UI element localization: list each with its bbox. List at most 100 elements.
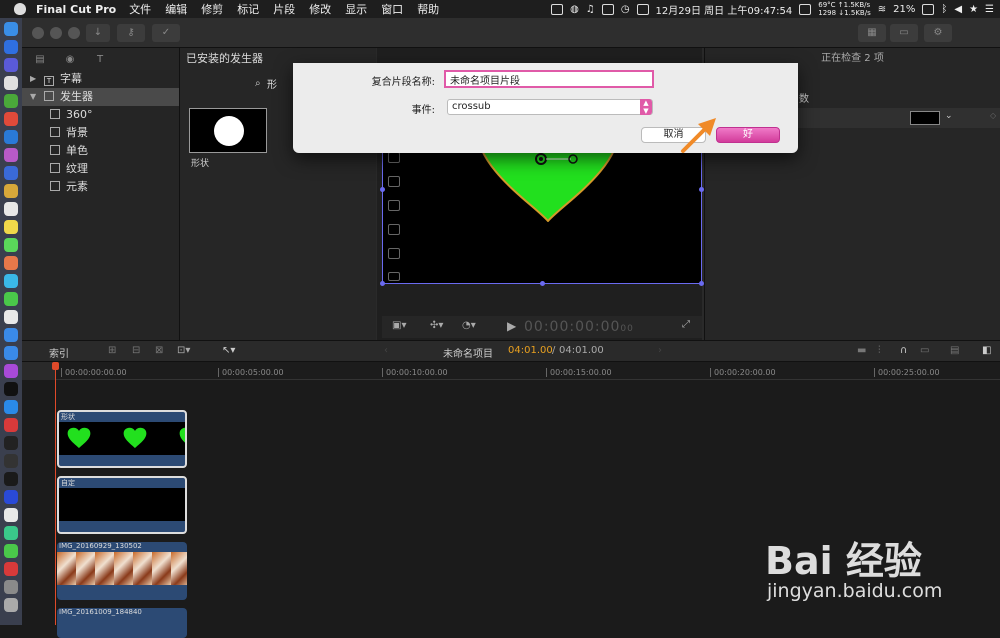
sidebar-item-solids[interactable]: 单色	[22, 142, 179, 160]
safari-icon[interactable]	[4, 40, 18, 54]
forward-icon[interactable]: ›	[658, 345, 662, 356]
append-clip-icon[interactable]: ⊠	[155, 345, 163, 356]
calendar-icon[interactable]	[4, 202, 18, 216]
android-icon[interactable]	[4, 94, 18, 108]
menu-edit[interactable]: 编辑	[165, 1, 187, 17]
shapes-generator-thumbnail[interactable]	[189, 108, 267, 153]
app-icon[interactable]	[4, 166, 18, 180]
wechat-icon[interactable]	[4, 292, 18, 306]
media-browser-icon[interactable]: ▤	[32, 51, 48, 69]
timeline-ruler[interactable]: 00:00:00:00.00 00:00:05:00.00 00:00:10:0…	[55, 362, 1000, 380]
finder-icon[interactable]	[4, 22, 18, 36]
menu-app-name[interactable]: Final Cut Pro	[36, 3, 116, 16]
app-icon[interactable]	[4, 526, 18, 540]
wifi-icon[interactable]: ≋	[878, 4, 886, 15]
terminal-icon[interactable]	[4, 436, 18, 450]
sidebar-item-background[interactable]: 背景	[22, 124, 179, 142]
console-icon[interactable]	[4, 472, 18, 486]
battery-percent[interactable]: 21%	[893, 4, 915, 15]
menu-mark[interactable]: 标记	[237, 1, 259, 17]
contacts-icon[interactable]	[4, 76, 18, 90]
search-icon[interactable]: ⌕	[255, 78, 261, 89]
star-icon[interactable]: ★	[969, 4, 978, 15]
timeline-clip[interactable]: 形状	[57, 410, 187, 468]
search-text[interactable]: 形	[267, 76, 277, 91]
index-button[interactable]: 索引	[49, 345, 69, 360]
import-button[interactable]: ↓	[86, 24, 110, 42]
sidebar-item-360[interactable]: 360°	[22, 106, 179, 124]
photos-audio-icon[interactable]: ◉	[62, 51, 78, 69]
chevron-down-icon[interactable]: ⌄	[945, 111, 953, 121]
app-store-icon[interactable]	[4, 400, 18, 414]
clock-icon[interactable]: ◷	[621, 4, 630, 15]
timeline-clip[interactable]: IMG_20160929_130502	[57, 542, 187, 600]
transform-handle[interactable]	[540, 281, 545, 286]
menu-modify[interactable]: 修改	[309, 1, 331, 17]
menu-trim[interactable]: 修剪	[201, 1, 223, 17]
disclosure-icon[interactable]: ▶	[30, 70, 36, 88]
bluetooth-icon[interactable]: ᛒ	[941, 4, 947, 15]
analyze-button[interactable]: ✓	[152, 24, 180, 42]
chrome-icon[interactable]	[4, 112, 18, 126]
menu-file[interactable]: 文件	[129, 1, 151, 17]
color-well[interactable]	[910, 111, 940, 125]
monitor-icon[interactable]	[799, 3, 812, 15]
ok-button[interactable]: 好	[716, 127, 780, 143]
minimize-window-button[interactable]	[50, 27, 62, 39]
snapping-icon[interactable]: ▤	[950, 345, 959, 356]
playhead[interactable]	[52, 362, 59, 625]
transform-handle[interactable]	[380, 187, 385, 192]
menu-list-icon[interactable]: ☰	[985, 4, 994, 15]
clip-name-input[interactable]: 未命名项目片段	[444, 70, 654, 88]
layout-browser-button[interactable]: ▦	[858, 24, 886, 42]
timeline-clip[interactable]: IMG_20161009_184840	[57, 608, 187, 638]
speed-icon[interactable]: ◔▾	[462, 320, 476, 331]
menu-help[interactable]: 帮助	[417, 1, 439, 17]
notes-icon[interactable]	[4, 184, 18, 198]
photos-icon[interactable]	[4, 148, 18, 162]
photo-booth-icon[interactable]	[4, 256, 18, 270]
insert-clip-icon[interactable]: ⊟	[132, 345, 140, 356]
activity-icon[interactable]	[4, 454, 18, 468]
clip-appearance-icon[interactable]: ▬	[857, 345, 866, 356]
airplay-icon[interactable]	[601, 3, 614, 15]
yandex-icon[interactable]	[4, 508, 18, 522]
status-app-icon[interactable]	[551, 3, 564, 15]
app-icon[interactable]	[4, 346, 18, 360]
back-icon[interactable]: ‹	[384, 345, 388, 356]
battery-icon[interactable]	[922, 3, 935, 15]
transform-tool-icon[interactable]: ✣▾	[430, 320, 443, 331]
date-time[interactable]: 12月29日 周日 上午09:47:54	[656, 2, 793, 17]
layout-inspector-button[interactable]: ⚙	[924, 24, 952, 42]
sidebar-item-textures[interactable]: 纹理	[22, 160, 179, 178]
keywords-button[interactable]: ⚷	[117, 24, 145, 42]
zoom-window-button[interactable]	[68, 27, 80, 39]
appstore-icon[interactable]	[4, 130, 18, 144]
timeline-clip[interactable]: 自定	[57, 476, 187, 534]
maps-icon[interactable]	[4, 238, 18, 252]
system-stats[interactable]: 69°C ↑1.5KB/s 1298 ↓1.5KB/s	[818, 1, 870, 17]
launchpad-icon[interactable]	[4, 58, 18, 72]
transform-handle[interactable]	[380, 281, 385, 286]
vpn-icon[interactable]	[4, 490, 18, 504]
sidebar-item-elements[interactable]: 元素	[22, 178, 179, 196]
stickies-icon[interactable]	[4, 220, 18, 234]
podcasts-icon[interactable]	[4, 364, 18, 378]
fcp-icon[interactable]	[4, 580, 18, 594]
event-select[interactable]: crossub ▲ ▼	[447, 99, 653, 115]
volume-icon[interactable]: ◀	[954, 4, 962, 15]
music-icon[interactable]: ♫	[586, 4, 595, 15]
globe-icon[interactable]: ◍	[570, 4, 579, 15]
menu-clip[interactable]: 片段	[273, 1, 295, 17]
connect-clip-icon[interactable]: ⊞	[108, 345, 116, 356]
timecode-display[interactable]: 00:00:00:0000	[524, 319, 634, 335]
play-button[interactable]: ▶	[507, 319, 516, 333]
effects-browser-icon[interactable]: ◧	[982, 345, 991, 356]
close-window-button[interactable]	[32, 27, 44, 39]
sidebar-item-titles[interactable]: ▶ T 字幕	[22, 70, 179, 88]
titles-generators-icon[interactable]: T	[92, 51, 108, 69]
overwrite-clip-icon[interactable]: ⊡▾	[177, 345, 190, 356]
select-tool-icon[interactable]: ↖▾	[222, 345, 235, 356]
menu-view[interactable]: 显示	[345, 1, 367, 17]
solo-icon[interactable]: ▭	[920, 345, 929, 356]
